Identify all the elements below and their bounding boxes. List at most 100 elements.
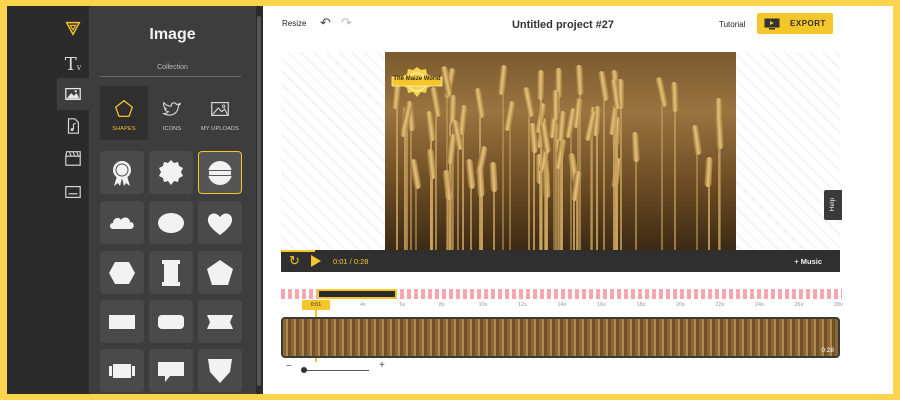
undo-icon[interactable]: ↶: [320, 15, 331, 31]
wheat-stalk: [561, 135, 563, 250]
timeline-ruler[interactable]: [281, 289, 842, 299]
wheat-stalk: [661, 101, 663, 250]
wheat-stalk: [509, 125, 511, 250]
wheat-ear: [489, 161, 498, 193]
shape-ribbon-flag[interactable]: [198, 300, 242, 343]
subtitles-tool-button[interactable]: [57, 176, 89, 208]
wheat-stalk: [435, 111, 437, 250]
wheat-stalk: [480, 191, 482, 250]
tool-rail: Tv: [7, 6, 89, 394]
help-tab[interactable]: Help: [824, 190, 842, 220]
zoom-in-button[interactable]: +: [379, 360, 385, 371]
timeline-tick-label: 24s: [755, 302, 764, 308]
redo-icon[interactable]: ↷: [341, 15, 352, 31]
shape-scroll[interactable]: [100, 349, 144, 392]
wheat-stalk: [674, 106, 676, 250]
wheat-stalk: [540, 94, 542, 250]
shape-badge-banner[interactable]: [198, 151, 242, 194]
ruler-selection[interactable]: [317, 289, 397, 299]
subtitles-icon: [65, 186, 81, 198]
timeline-tick-label: 12s: [518, 302, 527, 308]
wheat-stalk: [457, 144, 459, 250]
shape-shield-banner[interactable]: [149, 251, 193, 294]
text-icon: Tv: [64, 53, 82, 75]
wheat-ear: [715, 118, 724, 150]
project-title[interactable]: Untitled project #27: [463, 19, 663, 31]
category-icons[interactable]: ICONS: [148, 86, 196, 140]
video-tool-button[interactable]: [57, 142, 89, 174]
export-button[interactable]: EXPORT: [757, 13, 833, 34]
wheat-stalk: [470, 183, 472, 250]
badge-text: The Maize World: [393, 76, 441, 82]
wheat-ear: [536, 69, 545, 101]
shape-ellipse[interactable]: [149, 201, 193, 244]
video-clip-track[interactable]: 0:28: [281, 317, 840, 358]
wheat-stalk: [719, 143, 721, 250]
wheat-stalk: [696, 149, 698, 250]
timeline-tick-label: 28s: [834, 302, 843, 308]
export-label: EXPORT: [790, 19, 826, 28]
resize-button[interactable]: Resize: [282, 19, 306, 28]
wheat-stalk: [579, 89, 581, 250]
shape-speech-bubble[interactable]: [149, 349, 193, 392]
shape-hexagon[interactable]: [100, 251, 144, 294]
shape-award-ribbon[interactable]: [100, 151, 144, 194]
tutorial-link[interactable]: Tutorial: [719, 20, 745, 29]
timeline-tick-label: 20s: [676, 302, 685, 308]
text-tool-button[interactable]: Tv: [57, 48, 89, 80]
wheat-stalk: [502, 89, 504, 250]
wheat-ear: [690, 124, 703, 156]
shape-rectangle[interactable]: [100, 300, 144, 343]
wheat-field-photo[interactable]: The Maize World: [385, 52, 736, 250]
panel-subtitle: Collection: [157, 64, 188, 71]
wheat-stalk: [545, 147, 547, 250]
timeline-tick-label: 16s: [597, 302, 606, 308]
badge-sticker[interactable]: The Maize World: [391, 66, 443, 98]
image-panel: Image Collection SHAPES ICONS MY UPLOADS: [89, 6, 256, 394]
playback-time: 0:01 / 0:28: [333, 257, 369, 266]
shape-cloud[interactable]: [100, 201, 144, 244]
wheat-stalk: [415, 183, 417, 250]
category-my-uploads[interactable]: MY UPLOADS: [196, 86, 244, 140]
category-shapes[interactable]: SHAPES: [100, 86, 148, 140]
shape-rounded-rectangle[interactable]: [149, 300, 193, 343]
wheat-stalk: [396, 103, 398, 250]
shape-heart[interactable]: [198, 201, 242, 244]
shape-badge-scalloped[interactable]: [149, 151, 193, 194]
timeline-tick-label: 26s: [794, 302, 804, 308]
play-icon[interactable]: [311, 255, 321, 267]
category-label: ICONS: [162, 126, 182, 132]
add-music-button[interactable]: + Music: [794, 257, 822, 266]
playhead-label[interactable]: 0:01: [302, 300, 330, 310]
wheat-stalk: [446, 90, 448, 250]
panel-scrollbar[interactable]: [257, 16, 261, 386]
pentagon-icon: [114, 99, 134, 117]
zoom-slider-track[interactable]: [303, 370, 369, 371]
wheat-ear: [476, 166, 485, 198]
wheat-ear: [522, 86, 535, 118]
shape-pentagon[interactable]: [198, 251, 242, 294]
audio-tool-button[interactable]: [57, 110, 89, 142]
timeline-tick-label: 22s: [715, 302, 725, 308]
wheat-stalk: [708, 181, 710, 250]
wheat-stalk: [555, 114, 557, 250]
wheat-ear: [597, 70, 610, 102]
zoom-out-button[interactable]: −: [286, 361, 292, 372]
wheat-stalk: [596, 130, 598, 250]
timeline-tick-label: 14s: [557, 302, 567, 308]
wheat-stalk: [576, 195, 578, 250]
wheat-ear: [473, 87, 486, 119]
help-label: Help: [829, 197, 837, 212]
replay-icon[interactable]: ↻: [289, 253, 300, 269]
wheat-stalk: [406, 127, 408, 250]
timeline-tick-label: 8s: [439, 302, 445, 308]
shape-pennant[interactable]: [198, 349, 242, 392]
category-label: MY UPLOADS: [201, 126, 239, 132]
image-tool-button[interactable]: [57, 78, 89, 110]
playback-progress[interactable]: [281, 250, 315, 252]
logo-icon[interactable]: [57, 12, 89, 44]
wheat-stalk: [603, 95, 605, 250]
clapperboard-icon: [65, 151, 81, 166]
image-icon: [65, 87, 81, 101]
zoom-slider-handle[interactable]: [301, 367, 307, 373]
